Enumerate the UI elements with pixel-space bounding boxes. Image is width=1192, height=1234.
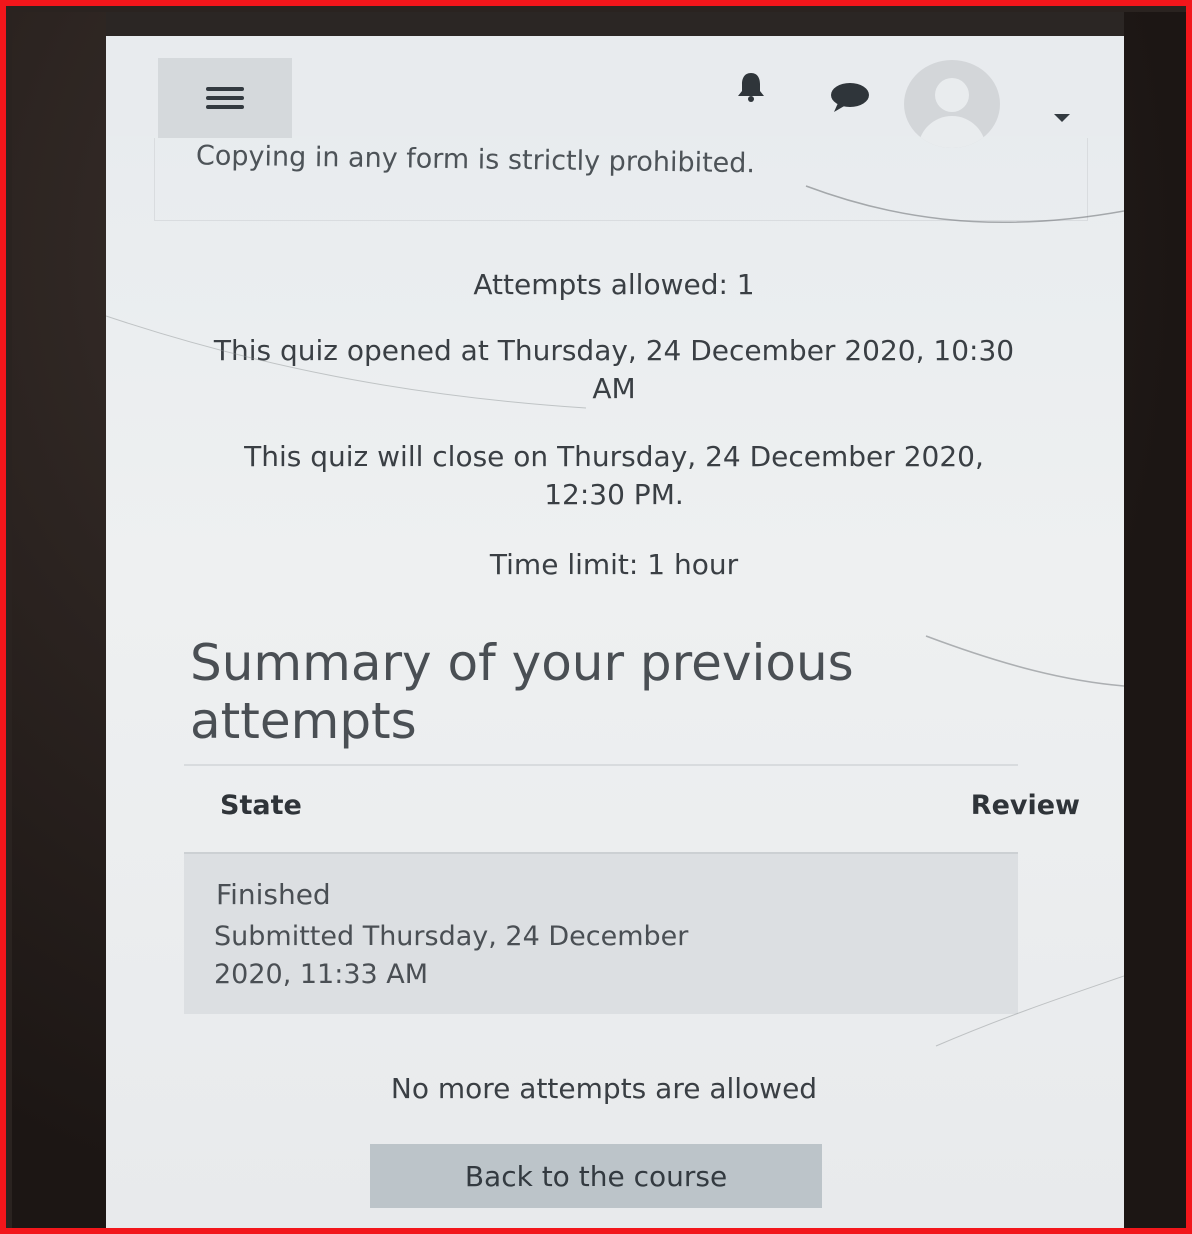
- quiz-screen: Copying in any form is strictly prohibit…: [106, 36, 1124, 1228]
- screen-crack: [106, 185, 1124, 1047]
- phone-status-bar: [106, 12, 1124, 36]
- screenshot-frame: Copying in any form is strictly prohibit…: [0, 0, 1192, 1234]
